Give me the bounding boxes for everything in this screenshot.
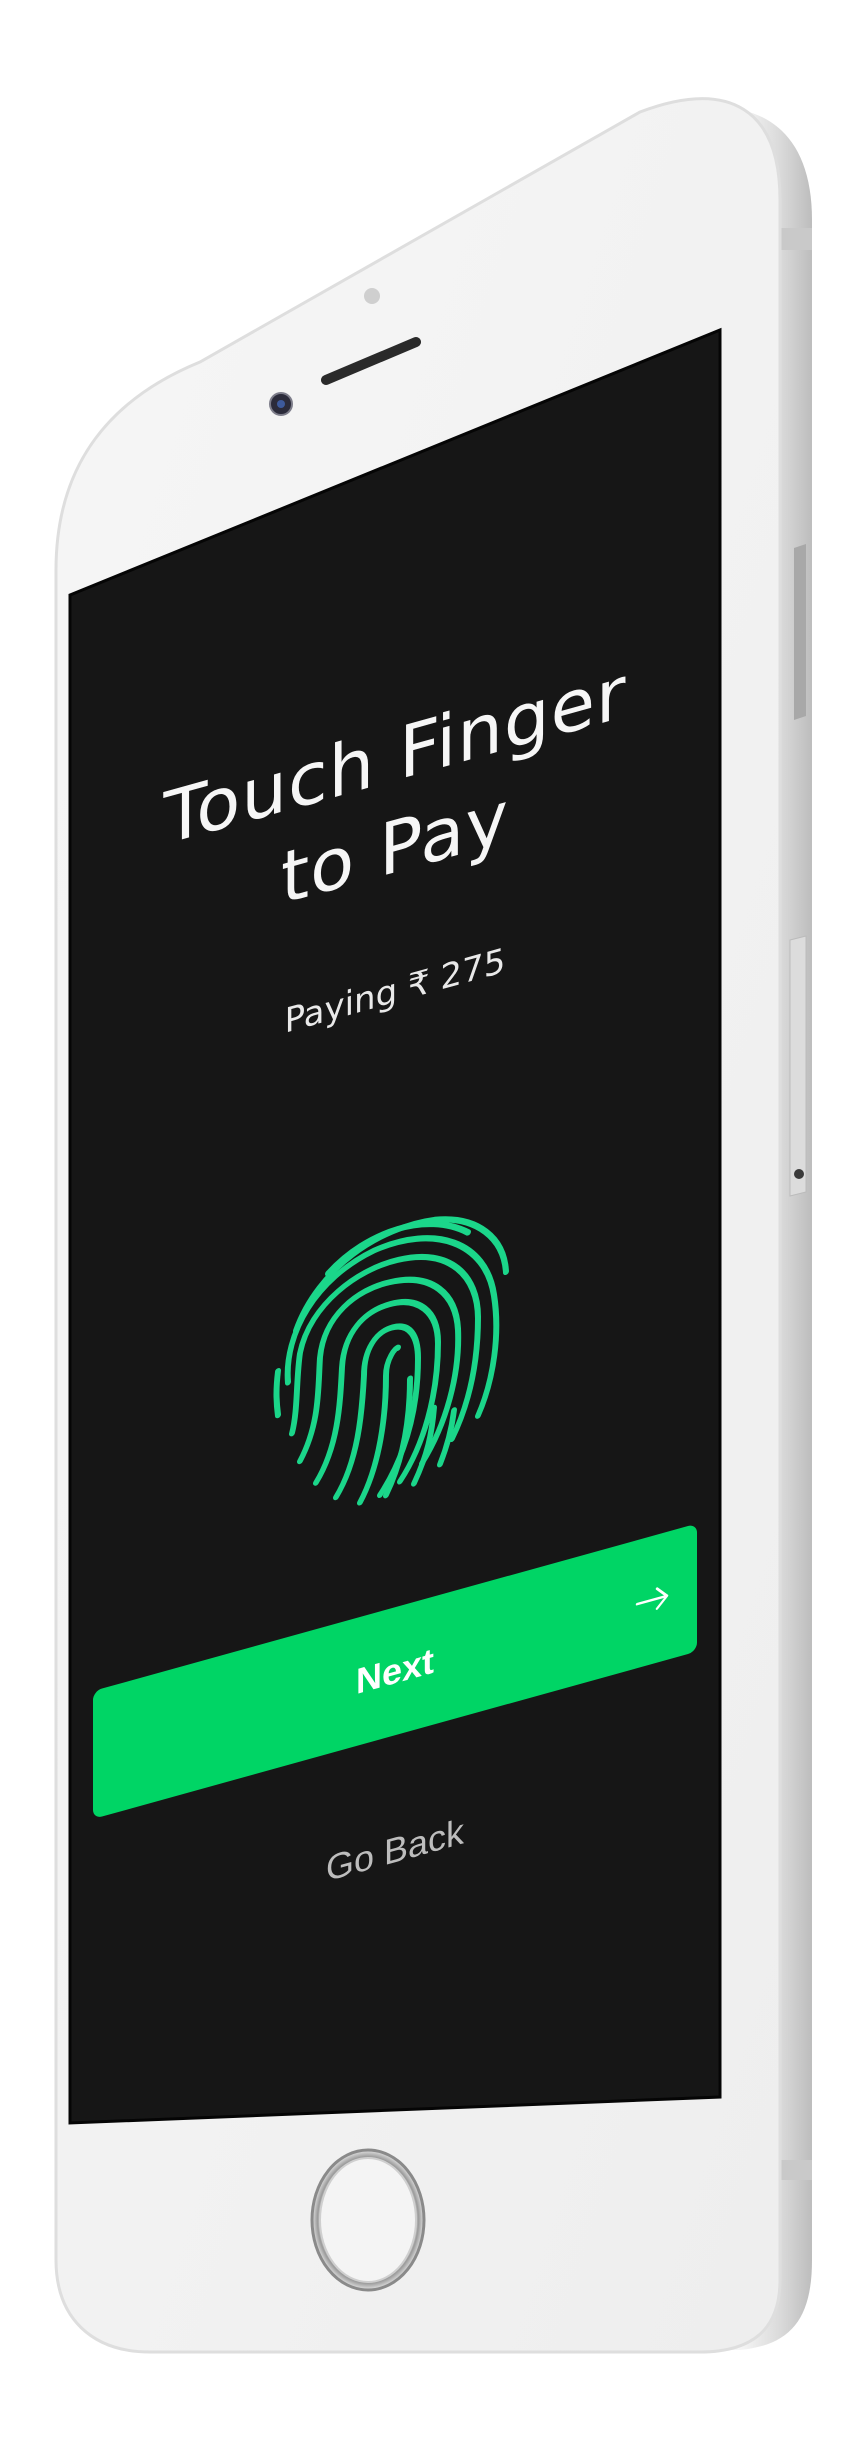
- scene: Touch Finger to Pay Paying ₹ 275 Next Go…: [0, 0, 864, 2448]
- home-button-layer: [310, 2148, 426, 2292]
